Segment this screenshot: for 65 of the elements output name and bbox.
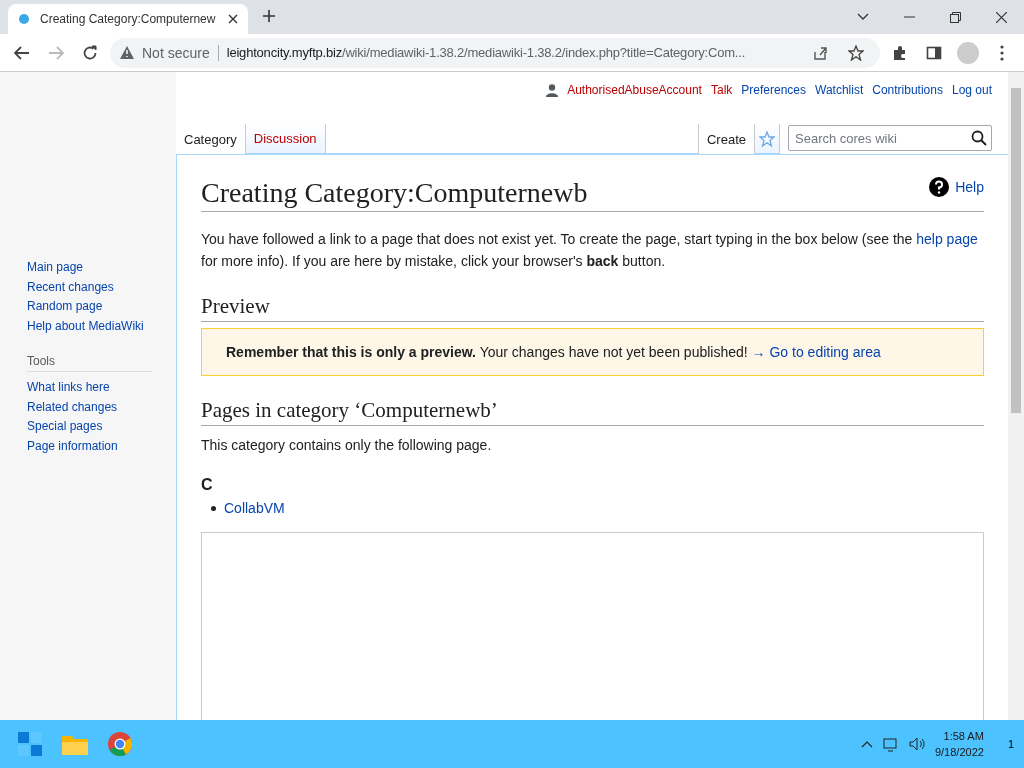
user-icon [546,83,559,97]
scrollbar[interactable] [1008,72,1024,720]
star-icon [848,44,864,61]
avatar-icon [957,41,979,64]
category-description: This category contains only the following page. [201,436,493,455]
chevron-down-icon [857,13,869,21]
reload-icon [82,44,98,61]
puzzle-icon [892,44,908,61]
clock-date: 9/18/2022 [934,745,984,760]
user-link[interactable]: Watchlist [815,83,864,97]
watch-button[interactable] [754,124,780,154]
search-icon[interactable] [971,130,987,146]
user-link[interactable]: Talk [710,83,733,97]
tools-heading: Tools [27,354,152,372]
sidebar-link[interactable]: Related changes [27,397,176,417]
arrow-left-icon [14,45,30,60]
clock-time: 1:58 AM [943,729,984,744]
clock[interactable]: 1:58 AM 9/18/2022 [934,728,984,760]
section-heading: Pages in category ‘Computernewb’ [201,398,984,426]
sidebar-link[interactable]: Special pages [27,417,176,437]
close-icon [995,11,1007,23]
section-heading: Preview [201,294,984,322]
help-link[interactable]: Help [929,177,984,197]
namespace-tab[interactable]: Discussion [245,124,326,154]
intro-paragraph: You have followed a link to a page that does not exist yet. To create the page, start typing in the box below (see the help page for more info). If you are here by mistake, click your browser's back button. [201,230,979,271]
menu-icon [1000,44,1004,61]
notification-count[interactable]: 1 [1007,738,1014,750]
sidebar-link[interactable]: Main page [27,258,176,278]
chrome-icon[interactable] [108,732,132,756]
user-link[interactable]: Preferences [741,83,806,97]
sidebar-link[interactable]: Recent changes [27,277,176,297]
help-icon [929,177,950,197]
user-link[interactable]: Log out [951,83,992,97]
arrow-right-icon [48,45,64,60]
user-link[interactable]: AuthorisedAbuseAccount [567,83,702,97]
security-label: Not secure [142,44,210,61]
browser-tab[interactable]: Creating Category:Computernew [8,4,248,34]
star-icon [759,130,775,147]
category-page-link[interactable]: CollabVM [224,500,285,516]
chevron-up-icon[interactable] [860,740,873,748]
close-icon[interactable] [228,14,238,24]
globe-icon [18,13,30,25]
group-letter: C [201,476,214,494]
tab-title: Creating Category:Computernew [40,12,217,26]
address-bar[interactable]: Not secure leightoncity.myftp.biz/wiki/mediawiki-1.38.2/mediawiki-1.38.2/index.php?title=Category:Com... [110,37,880,68]
warning-icon [120,46,134,59]
sidebar-link[interactable]: Page information [27,436,176,456]
user-link[interactable]: Contributions [872,83,943,97]
restore-icon [949,11,961,23]
editing-area-link[interactable]: → Go to editing area [751,344,881,360]
share-icon [812,44,828,61]
help-page-link[interactable]: help page [916,231,978,247]
url-text: leightoncity.myftp.biz/wiki/mediawiki-1.38.2/mediawiki-1.38.2/index.php?title=Category:Com... [226,45,747,60]
sidebar-link[interactable]: Help about MediaWiki [27,316,176,336]
windows-logo-icon[interactable] [18,732,42,756]
side-panel-icon [926,44,942,61]
minimize-icon [903,16,915,18]
preview-notice-text: Remember that this is only a preview. Your changes have not yet been published! [226,344,748,360]
page-title: Creating Category:Computernewb [201,177,589,209]
sidebar-link[interactable]: What links here [27,378,176,398]
sidebar-link[interactable]: Random page [27,297,176,317]
bullet-icon [211,505,216,511]
speaker-icon[interactable] [908,736,925,752]
search-field[interactable]: Search cores wiki [788,125,992,151]
plus-icon [262,9,276,23]
